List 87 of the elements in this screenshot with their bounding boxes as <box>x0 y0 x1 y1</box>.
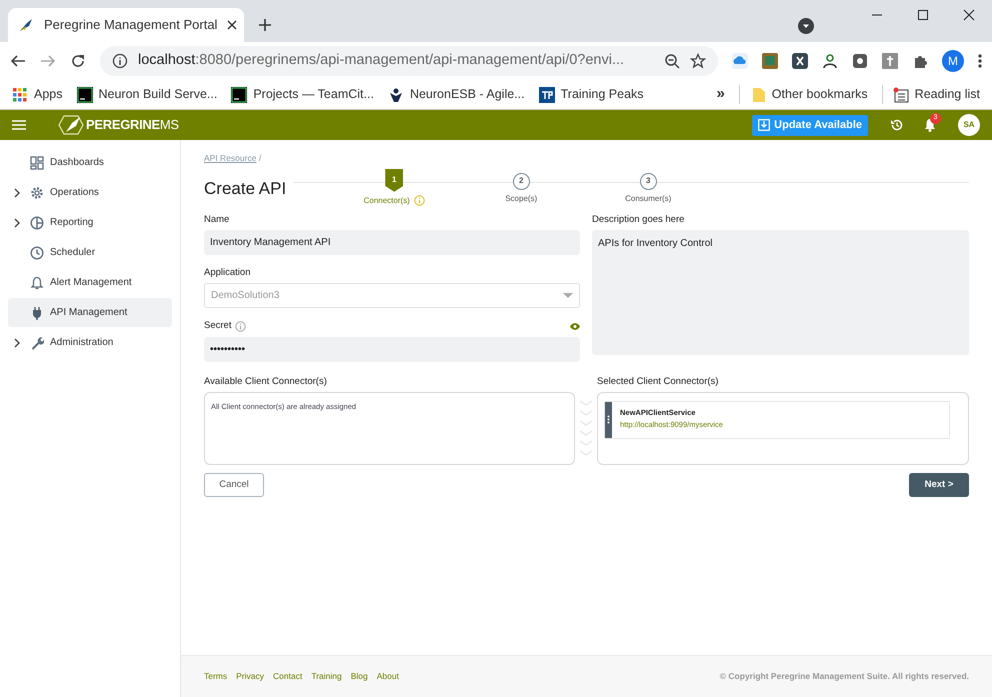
name-field[interactable]: Inventory Management API <box>204 230 580 255</box>
section-label: Selected Client Connector(s) <box>597 374 718 388</box>
download-icon <box>758 119 770 131</box>
description-field[interactable]: APIs for Inventory Control <box>592 230 969 355</box>
bookmark-link[interactable]: Apps <box>12 85 62 104</box>
plug-icon <box>30 306 44 320</box>
tc-logo-icon <box>76 86 92 102</box>
footer-link[interactable]: Blog <box>350 670 368 683</box>
reading-list-icon <box>892 86 909 102</box>
address-bar[interactable]: localhost:8080/peregrinems/api-management/api-management/api/0?envi... <box>100 46 718 76</box>
caret-icon <box>563 292 573 299</box>
footer-link[interactable]: Terms <box>204 670 228 683</box>
clock-icon <box>30 246 44 260</box>
bookmark-link[interactable]: Training Peaks <box>538 85 644 104</box>
wrench-icon <box>30 336 44 350</box>
apps-grid-icon <box>12 86 28 102</box>
gear-icon <box>30 186 44 200</box>
field-label: Description goes here <box>592 212 684 227</box>
url-text: localhost:8080/peregrinems/api-management/api-management/api/0?envi... <box>138 51 624 70</box>
secret-field[interactable]: •••••••••• <box>204 336 580 362</box>
dashboard-icon <box>30 156 44 170</box>
sidebar-item[interactable]: Administration <box>8 328 172 357</box>
close-icon[interactable] <box>963 9 975 21</box>
field-label: Secret <box>204 319 232 334</box>
brand-name: PEREGRINEMS <box>86 116 179 134</box>
info-icon <box>112 53 128 69</box>
step-marker[interactable]: 3 <box>640 172 657 190</box>
cloud-icon[interactable] <box>732 53 748 69</box>
x-square-icon[interactable] <box>792 53 808 69</box>
reload-icon[interactable] <box>70 53 86 69</box>
footer-link[interactable]: About <box>376 670 399 683</box>
footer-link[interactable]: Training <box>311 670 342 683</box>
sidebar-item[interactable]: Operations <box>8 178 172 207</box>
chevron-right-icon[interactable] <box>14 338 20 348</box>
zoom-out-icon[interactable] <box>664 53 680 69</box>
menu-icon[interactable] <box>12 119 26 131</box>
bell-icon <box>30 276 44 290</box>
cancel-button[interactable]: Cancel <box>204 472 264 497</box>
eye-icon[interactable] <box>570 322 580 330</box>
star-icon[interactable] <box>690 53 706 69</box>
step-label: Connector(s) <box>364 194 410 207</box>
figure-icon <box>388 86 404 102</box>
bookmark-link[interactable]: NeuronESB - Agile... <box>388 85 525 104</box>
reading-list-button[interactable]: Reading list <box>882 85 980 104</box>
sidebar-item[interactable]: Scheduler <box>8 238 172 267</box>
step-marker[interactable]: 2 <box>512 172 530 190</box>
field-label: Application <box>204 266 250 280</box>
bookmark-link[interactable]: Projects — TeamCit... <box>231 85 374 104</box>
new-tab-icon[interactable] <box>258 18 272 32</box>
step-marker[interactable]: 1 <box>385 168 404 192</box>
profile-dropdown-icon[interactable] <box>798 18 814 34</box>
maximize-icon[interactable] <box>917 9 929 21</box>
next-button[interactable]: Next > <box>909 472 969 497</box>
step-label: Consumer(s) <box>625 192 672 205</box>
more-bookmarks-button[interactable]: » <box>716 83 725 106</box>
footer-link[interactable]: Privacy <box>236 670 264 683</box>
chevron-right-icon[interactable] <box>14 218 20 228</box>
bookmark-link[interactable]: Neuron Build Serve... <box>76 85 218 104</box>
field-label: Name <box>204 212 230 227</box>
info-icon <box>235 320 246 332</box>
breadcrumb-separator: / <box>258 153 262 163</box>
menu-icon[interactable] <box>978 53 982 69</box>
close-icon[interactable] <box>227 20 238 30</box>
chevron-right-icon[interactable] <box>14 188 20 198</box>
tab-title: Peregrine Management Portal <box>44 16 218 34</box>
back-icon[interactable] <box>10 53 26 69</box>
tc-logo-icon <box>231 86 248 102</box>
step-label: Scope(s) <box>505 192 538 205</box>
bookmark-folder[interactable]: Other bookmarks <box>738 85 868 104</box>
sidebar-item[interactable]: Alert Management <box>8 268 172 297</box>
sidebar-item[interactable]: Dashboards <box>8 148 172 177</box>
folder-icon <box>752 86 766 102</box>
bird-icon <box>18 17 34 33</box>
drag-handle-icon[interactable] <box>607 415 610 424</box>
puzzle-icon[interactable] <box>912 53 928 69</box>
sidebar-item[interactable]: Reporting <box>8 208 172 237</box>
copyright-text: © Copyright Peregrine Management Suite. All rights reserved. <box>720 670 969 683</box>
sidebar-item[interactable]: API Management <box>8 298 172 327</box>
tp-logo-icon <box>538 86 555 102</box>
chart-icon <box>30 216 44 230</box>
footer-link[interactable]: Contact <box>273 670 302 683</box>
page-title: Create API <box>204 178 286 200</box>
browser-tab[interactable]: Peregrine Management Portal <box>8 8 244 42</box>
user-avatar[interactable]: SA <box>958 114 980 136</box>
section-label: Available Client Connector(s) <box>204 374 327 388</box>
history-icon[interactable] <box>890 118 904 132</box>
profile-avatar[interactable]: M <box>942 50 964 72</box>
